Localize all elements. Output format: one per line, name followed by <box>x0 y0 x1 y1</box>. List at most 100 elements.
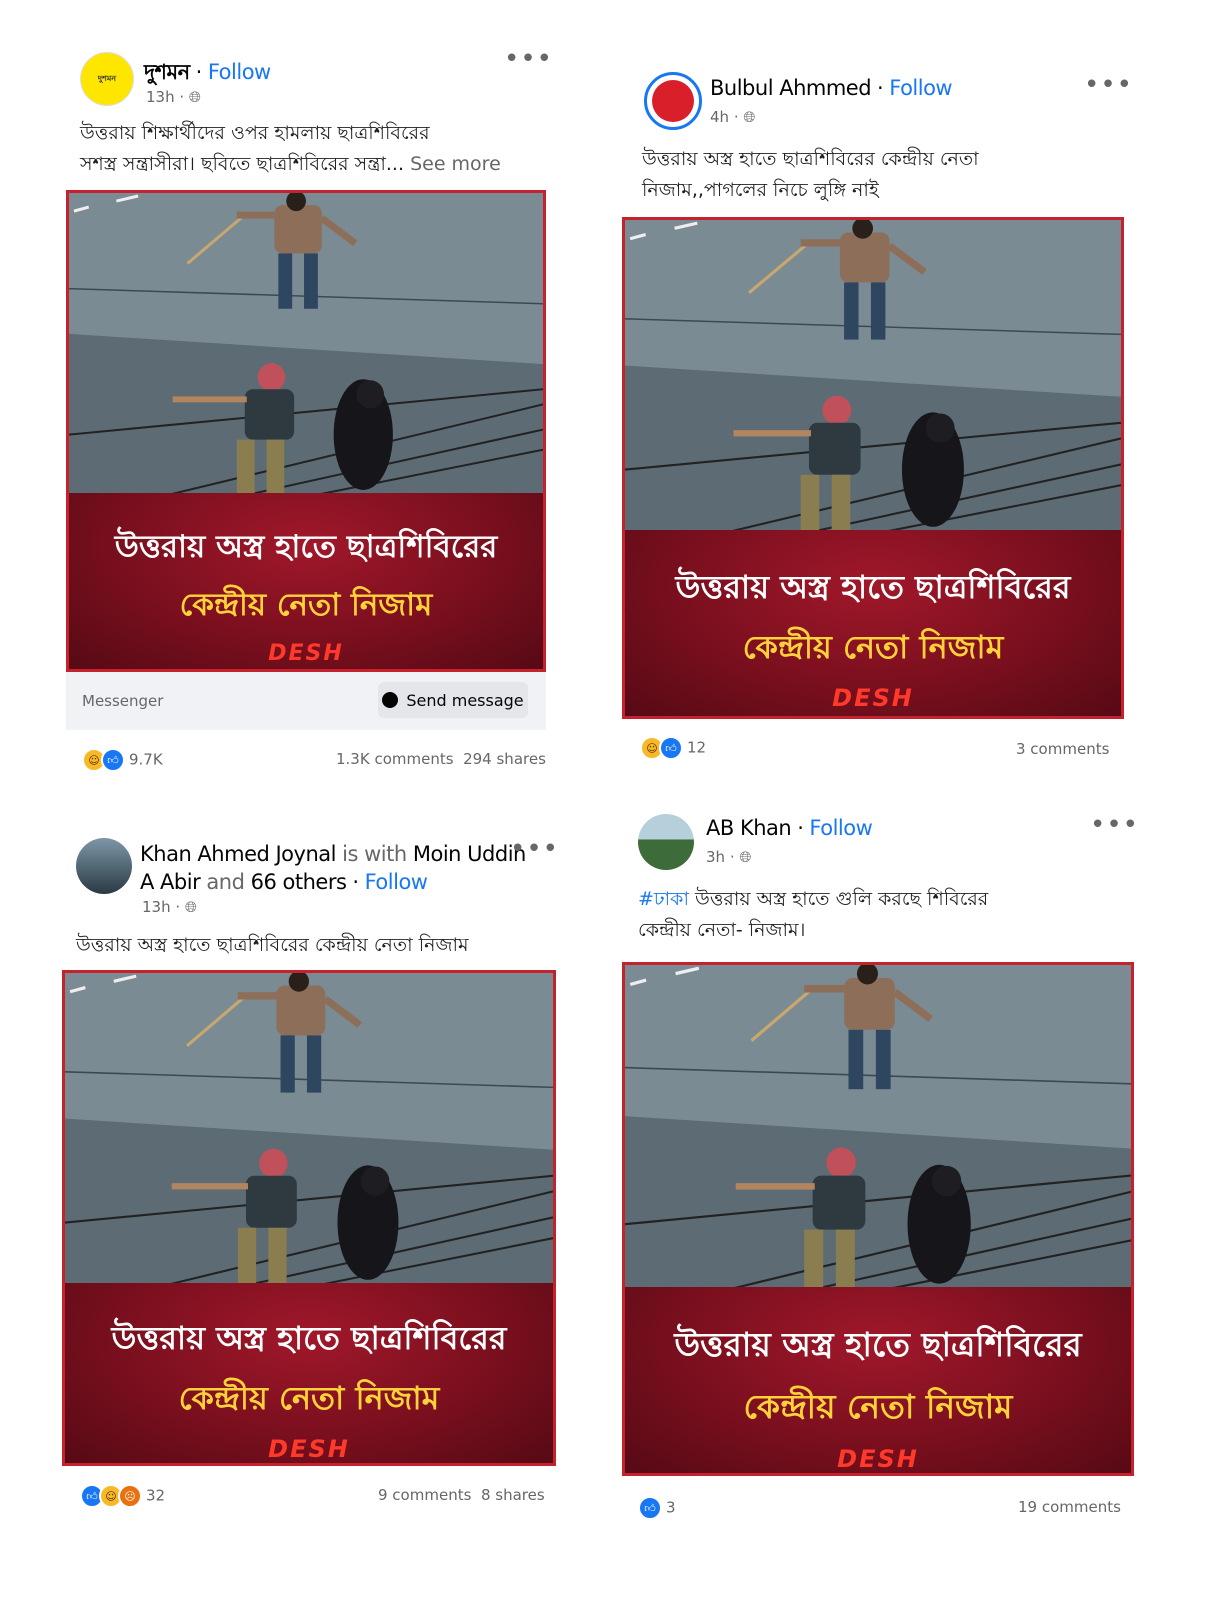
post-1-see-more-link[interactable]: See more <box>410 153 501 175</box>
post-2-header-line: Bulbul Ahmmed · Follow <box>710 76 953 100</box>
post-4: AB Khan · Follow 3h · 🌐︎ ••• #ঢাকা উত্তরায… <box>622 806 1142 1526</box>
separator-dot: · <box>195 60 203 84</box>
post-4-time[interactable]: 3h <box>706 848 725 866</box>
post-4-follow-link[interactable]: Follow <box>809 816 872 840</box>
post-1-reaction-count[interactable]: ☺ 👍︎ 9.7K <box>82 748 163 772</box>
globe-icon: 🌐︎ <box>188 88 201 106</box>
post-4-banner-headline: উত্তরায় অস্ত্র হাতে ছাত্রশিবিরের <box>674 1325 1082 1364</box>
post-1-header-line: দুশমন · Follow <box>144 56 271 91</box>
post-3-header-line-1: Khan Ahmed Joynal is with Moin Uddin <box>140 840 526 868</box>
post-1-caption-line-2-text: সশস্ত্র সন্ত্রাসীরা। ছবিতে ছাত্রশিবিরের … <box>80 153 405 175</box>
post-1-photo <box>69 193 543 495</box>
post-1-banner-subhead: কেন্দ্রীয় নেতা নিজাম <box>179 587 433 623</box>
post-3-caption-line-1: উত্তরায় অস্ত্র হাতে ছাত্রশিবিরের কেন্দ্… <box>76 934 469 956</box>
post-4-caption-line-1: #ঢাকা উত্তরায় অস্ত্র হাতে গুলি করছে শিব… <box>638 884 1128 915</box>
post-2-avatar[interactable] <box>644 72 702 130</box>
post-1-banner-headline: উত্তরায় অস্ত্র হাতে ছাত্রশিবিরের <box>114 529 498 565</box>
post-1-meta: 13h · 🌐︎ <box>146 88 201 106</box>
post-4-author-name[interactable]: AB Khan <box>706 816 792 840</box>
globe-icon: 🌐︎ <box>743 108 756 126</box>
globe-icon: 🌐︎ <box>184 898 197 916</box>
post-2-banner-logo: DESH <box>832 684 914 712</box>
post-3-reaction-count[interactable]: 👍︎ ☺ ☹ 32 <box>80 1484 165 1508</box>
post-1-messenger-label: Messenger <box>82 692 164 710</box>
post-1-follow-link[interactable]: Follow <box>208 60 271 84</box>
post-1-banner-logo: DESH <box>268 641 344 666</box>
post-3-meta: 13h · 🌐︎ <box>142 898 197 916</box>
post-1-shares-link[interactable]: 294 shares <box>463 750 546 768</box>
post-4-banner-subhead: কেন্দ্রীয় নেতা নিজাম <box>743 1387 1013 1426</box>
post-3-banner-logo: DESH <box>268 1435 350 1463</box>
post-4-caption-line-2: কেন্দ্রীয় নেতা- নিজাম। <box>638 919 806 941</box>
post-2-caption-line-1: উত্তরায় অস্ত্র হাতে ছাত্রশিবিরের কেন্দ্… <box>642 148 979 170</box>
post-2-follow-link[interactable]: Follow <box>889 76 952 100</box>
post-3-comments-link[interactable]: 9 comments <box>378 1486 471 1504</box>
separator-dot: · <box>877 76 884 100</box>
post-3-author-name[interactable]: Khan Ahmed Joynal <box>140 842 336 866</box>
post-4-hashtag-link[interactable]: #ঢাকা <box>638 888 689 910</box>
post-3-banner-headline: উত্তরায় অস্ত্র হাতে ছাত্রশিবিরের <box>111 1319 507 1357</box>
post-3-header-line: Khan Ahmed Joynal is with Moin Uddin A A… <box>140 840 526 896</box>
like-reaction-icon: 👍︎ <box>638 1496 662 1520</box>
post-4-caption: #ঢাকা উত্তরায় অস্ত্র হাতে গুলি করছে শিব… <box>638 884 1128 946</box>
post-3-shares-link[interactable]: 8 shares <box>481 1486 545 1504</box>
post-2-avatar-logo <box>652 80 694 122</box>
post-2: Bulbul Ahmmed · Follow 4h · 🌐︎ ••• উত্তরায… <box>622 60 1136 780</box>
post-4-news-banner: উত্তরায় অস্ত্র হাতে ছাত্রশিবিরের কেন্দ্… <box>625 1287 1131 1473</box>
post-1-send-message-label: Send message <box>406 690 524 710</box>
post-3-photo <box>65 973 553 1285</box>
post-4-comments-link[interactable]: 19 comments <box>1018 1498 1121 1516</box>
post-2-engagement: 3 comments <box>1016 740 1109 758</box>
post-2-photo <box>625 220 1121 532</box>
post-4-reaction-count[interactable]: 👍︎ 3 <box>638 1496 676 1520</box>
post-1-caption-line-2: সশস্ত্র সন্ত্রাসীরা। ছবিতে ছাত্রশিবিরের … <box>80 149 550 180</box>
post-1-reaction-total: 9.7K <box>129 750 163 769</box>
post-2-caption: উত্তরায় অস্ত্র হাতে ছাত্রশিবিরের কেন্দ্… <box>642 144 1122 206</box>
post-4-reaction-icons: 👍︎ <box>638 1496 662 1520</box>
post-2-more-options-icon[interactable]: ••• <box>1084 72 1133 98</box>
post-4-banner-logo: DESH <box>837 1445 919 1473</box>
post-4-more-options-icon[interactable]: ••• <box>1090 812 1139 838</box>
post-4-caption-line-1-text: উত্তরায় অস্ত্র হাতে গুলি করছে শিবিরের <box>695 888 989 910</box>
post-1-send-message-button[interactable]: Send message <box>378 682 528 718</box>
post-3-more-options-icon[interactable]: ••• <box>510 836 559 862</box>
post-1-time[interactable]: 13h <box>146 88 175 106</box>
post-3-avatar-photo <box>76 838 132 894</box>
messenger-icon <box>382 692 399 708</box>
post-3-media[interactable]: উত্তরায় অস্ত্র হাতে ছাত্রশিবিরের কেন্দ্… <box>62 970 556 1466</box>
post-3-engagement: 9 comments 8 shares <box>378 1486 545 1504</box>
post-3-and-label: and <box>206 870 245 894</box>
post-3-others-link[interactable]: 66 others <box>251 870 347 894</box>
post-4-avatar[interactable] <box>638 814 694 870</box>
post-2-comments-link[interactable]: 3 comments <box>1016 740 1109 758</box>
separator-dot: · <box>174 88 189 106</box>
post-1-media[interactable]: উত্তরায় অস্ত্র হাতে ছাত্রশিবিরের কেন্দ্… <box>66 190 546 672</box>
post-3-follow-link[interactable]: Follow <box>365 870 428 894</box>
post-3-avatar[interactable] <box>76 838 132 894</box>
post-3-tagged-name[interactable]: Moin Uddin <box>413 842 526 866</box>
post-1-engagement: 1.3K comments 294 shares <box>336 750 546 768</box>
post-2-time[interactable]: 4h <box>710 108 729 126</box>
post-3: Khan Ahmed Joynal is with Moin Uddin A A… <box>60 830 560 1530</box>
separator-dot: · <box>352 870 359 894</box>
post-2-reaction-count[interactable]: ☺ 👍︎ 12 <box>640 736 706 760</box>
post-1-avatar[interactable]: দুশমন <box>80 52 134 106</box>
post-1-author-name[interactable]: দুশমন <box>144 60 190 84</box>
post-2-meta: 4h · 🌐︎ <box>710 108 755 126</box>
post-3-caption: উত্তরায় অস্ত্র হাতে ছাত্রশিবিরের কেন্দ্… <box>76 930 556 961</box>
separator-dot: · <box>170 898 185 916</box>
post-4-avatar-photo <box>638 814 694 870</box>
post-1-comments-link[interactable]: 1.3K comments <box>336 750 454 768</box>
angry-reaction-icon: ☹ <box>118 1484 142 1508</box>
like-reaction-icon: 👍︎ <box>101 748 125 772</box>
post-2-media[interactable]: উত্তরায় অস্ত্র হাতে ছাত্রশিবিরের কেন্দ্… <box>622 217 1124 719</box>
post-3-tagged-name-2[interactable]: A Abir <box>140 870 201 894</box>
post-1-reaction-icons: ☺ 👍︎ <box>82 748 125 772</box>
post-3-reaction-icons: 👍︎ ☺ ☹ <box>80 1484 142 1508</box>
post-3-time[interactable]: 13h <box>142 898 171 916</box>
post-3-reaction-total: 32 <box>146 1486 166 1505</box>
post-3-banner-subhead: কেন্দ্রীয় নেতা নিজাম <box>178 1379 440 1417</box>
post-4-media[interactable]: উত্তরায় অস্ত্র হাতে ছাত্রশিবিরের কেন্দ্… <box>622 962 1134 1476</box>
post-2-author-name[interactable]: Bulbul Ahmmed <box>710 76 872 100</box>
post-1-more-options-icon[interactable]: ••• <box>504 46 553 72</box>
